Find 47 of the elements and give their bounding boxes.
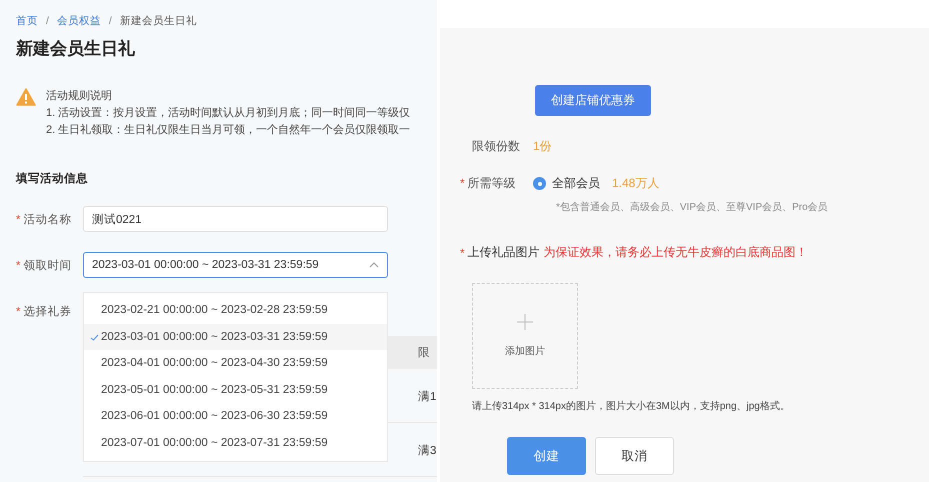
name-input[interactable]: 测试0221 [83,206,388,232]
breadcrumb-separator: / [108,15,112,27]
breadcrumb-current: 新建会员生日礼 [120,14,197,28]
upload-hint: 请上传314px * 314px的图片，图片大小在3M以内，支持png、jpg格式。 [472,400,791,413]
field-label: 上传礼品图片 [468,244,540,261]
radio-button[interactable] [533,177,546,190]
field-label: 所需等级 [468,176,516,190]
level-note: *包含普通会员、高级会员、VIP会员、至尊VIP会员、Pro会员 [556,200,829,214]
plus-icon [517,314,533,330]
upload-label: 添加图片 [505,344,545,358]
limit-value: 1份 [533,138,552,155]
image-upload-box[interactable]: 添加图片 [472,283,578,389]
breadcrumb-link[interactable]: 首页 [16,14,38,28]
dropdown-option[interactable]: 2023-04-01 00:00:00 ~ 2023-04-30 23:59:59 [84,350,387,376]
breadcrumb-link[interactable]: 会员权益 [56,14,101,28]
dropdown-option[interactable]: 2023-02-21 00:00:00 ~ 2023-02-28 23:59:59 [84,297,387,324]
required-mark: * [460,176,465,190]
dropdown-option[interactable]: 2023-03-01 00:00:00 ~ 2023-03-31 23:59:59 [84,324,387,350]
field-label: 领取时间 [23,260,72,272]
required-mark: * [460,246,465,260]
time-select[interactable]: 2023-03-01 00:00:00 ~ 2023-03-31 23:59:59 [83,252,388,278]
notice-title: 活动规则说明 [46,89,113,104]
field-label: 活动名称 [23,214,72,226]
check-icon [90,334,99,340]
required-mark: * [16,214,20,226]
dropdown-option[interactable]: 2023-05-01 00:00:00 ~ 2023-05-31 23:59:59 [84,376,387,403]
breadcrumb-separator: / [46,15,49,27]
table-cell-text: 满3 [418,444,436,458]
dropdown-option[interactable]: 2023-07-01 00:00:00 ~ 2023-07-31 23:59:59 [84,430,387,456]
field-label: 选择礼券 [23,306,72,318]
radio-label: 全部会员 [552,175,600,192]
notice-text: 2. 生日礼领取：生日礼仅限生日当月可领，一个自然年一个会员仅限领取一 [46,122,410,138]
warning-icon [16,88,36,106]
section-title: 填写活动信息 [16,171,89,186]
page-title: 新建会员生日礼 [16,38,136,60]
required-mark: * [16,260,20,272]
caret-icon [369,262,379,268]
member-count: 1.48万人 [612,175,660,192]
create-coupon-button[interactable]: 创建店铺优惠券 [535,85,651,116]
notice-text: 1. 活动设置：按月设置，活动时间默认从月初到月底；同一时间同一等级仅 [46,106,410,121]
table-cell-text: 满1 [418,390,436,404]
cancel-button[interactable]: 取消 [595,437,674,475]
required-mark: * [16,306,20,318]
field-label: 限领份数 [472,138,521,155]
dropdown-option[interactable]: 2023-06-01 00:00:00 ~ 2023-06-30 23:59:59 [84,403,387,430]
upload-warning: 为保证效果，请务必上传无牛皮癣的白底商品图！ [544,244,808,261]
column-header: 限 [418,346,430,360]
